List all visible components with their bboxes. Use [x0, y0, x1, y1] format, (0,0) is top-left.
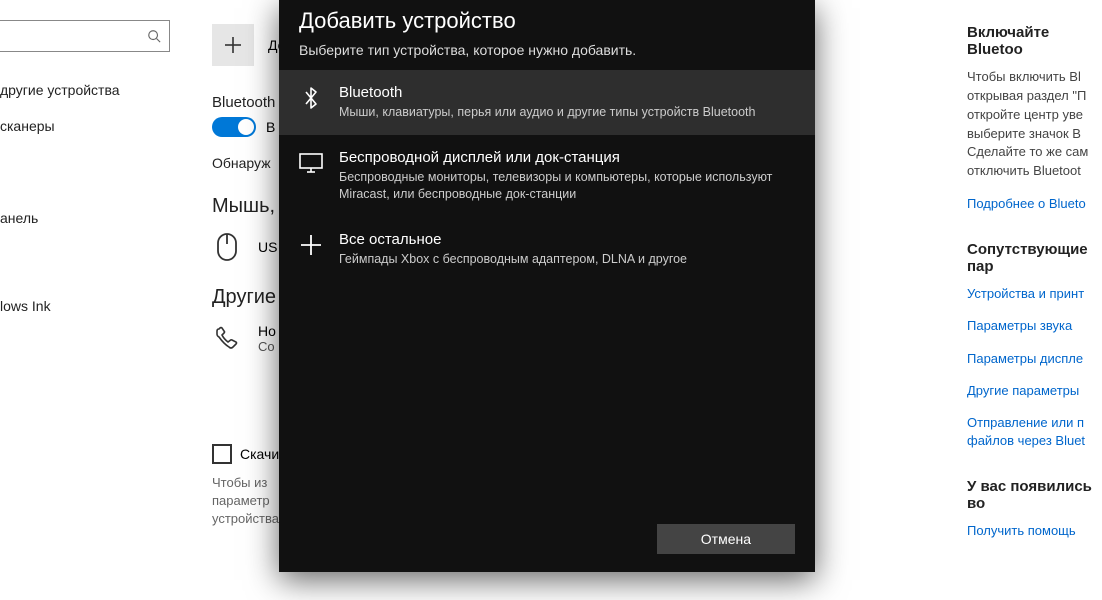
add-device-dialog: Добавить устройство Выберите тип устройс… — [279, 0, 815, 572]
tips-body: Чтобы включить Bl открывая раздел "П отк… — [967, 68, 1102, 181]
option-title: Беспроводной дисплей или док-станция — [339, 149, 795, 166]
option-description: Мыши, клавиатуры, перья или аудио и друг… — [339, 104, 755, 121]
metered-label: Скачи — [240, 446, 279, 462]
option-wireless-display[interactable]: Беспроводной дисплей или док-станция Бес… — [279, 135, 815, 217]
device-name: Но — [258, 323, 276, 339]
search-box[interactable] — [0, 20, 170, 52]
display-icon — [299, 151, 323, 175]
option-bluetooth[interactable]: Bluetooth Мыши, клавиатуры, перья или ау… — [279, 70, 815, 135]
option-title: Bluetooth — [339, 84, 755, 101]
toggle-state-label: В — [266, 119, 275, 135]
option-title: Все остальное — [339, 231, 687, 248]
related-link[interactable]: Отправление или п файлов через Bluet — [967, 414, 1102, 450]
related-link[interactable]: Параметры диспле — [967, 350, 1102, 368]
option-everything-else[interactable]: Все остальное Геймпады Xbox с беспроводн… — [279, 217, 815, 282]
phone-icon — [212, 324, 242, 354]
nav-item-panel[interactable]: анель — [0, 200, 185, 236]
plus-icon — [224, 36, 242, 54]
cancel-button[interactable]: Отмена — [657, 524, 795, 554]
questions-header: У вас появились во — [967, 478, 1102, 512]
get-help-link[interactable]: Получить помощь — [967, 522, 1102, 540]
nav-item-windows-ink[interactable]: lows Ink — [0, 288, 185, 324]
tips-header: Включайте Bluetoo — [967, 24, 1102, 58]
bluetooth-toggle[interactable] — [212, 117, 256, 137]
search-input[interactable] — [0, 29, 129, 44]
related-link[interactable]: Параметры звука — [967, 317, 1102, 335]
settings-sidebar: другие устройства сканеры анель lows Ink — [0, 0, 185, 600]
option-description: Беспроводные мониторы, телевизоры и комп… — [339, 169, 795, 203]
related-link[interactable]: Устройства и принт — [967, 285, 1102, 303]
mouse-icon — [212, 232, 242, 262]
device-sub: Со — [258, 339, 276, 354]
dialog-title: Добавить устройство — [299, 8, 795, 34]
nav-item-other-devices[interactable]: другие устройства — [0, 72, 185, 108]
related-link[interactable]: Другие параметры — [967, 382, 1102, 400]
nav-item-scanners[interactable]: сканеры — [0, 108, 185, 144]
option-description: Геймпады Xbox с беспроводным адаптером, … — [339, 251, 687, 268]
right-sidebar: Включайте Bluetoo Чтобы включить Bl откр… — [967, 0, 1102, 600]
metered-checkbox[interactable] — [212, 444, 232, 464]
dialog-subtitle: Выберите тип устройства, которое нужно д… — [299, 42, 795, 58]
related-header: Сопутствующие пар — [967, 241, 1102, 275]
learn-more-link[interactable]: Подробнее о Blueto — [967, 195, 1102, 213]
add-device-button[interactable] — [212, 24, 254, 66]
plus-icon — [299, 233, 323, 257]
search-icon — [147, 29, 161, 43]
bluetooth-icon — [299, 86, 323, 110]
device-name: US — [258, 239, 277, 255]
